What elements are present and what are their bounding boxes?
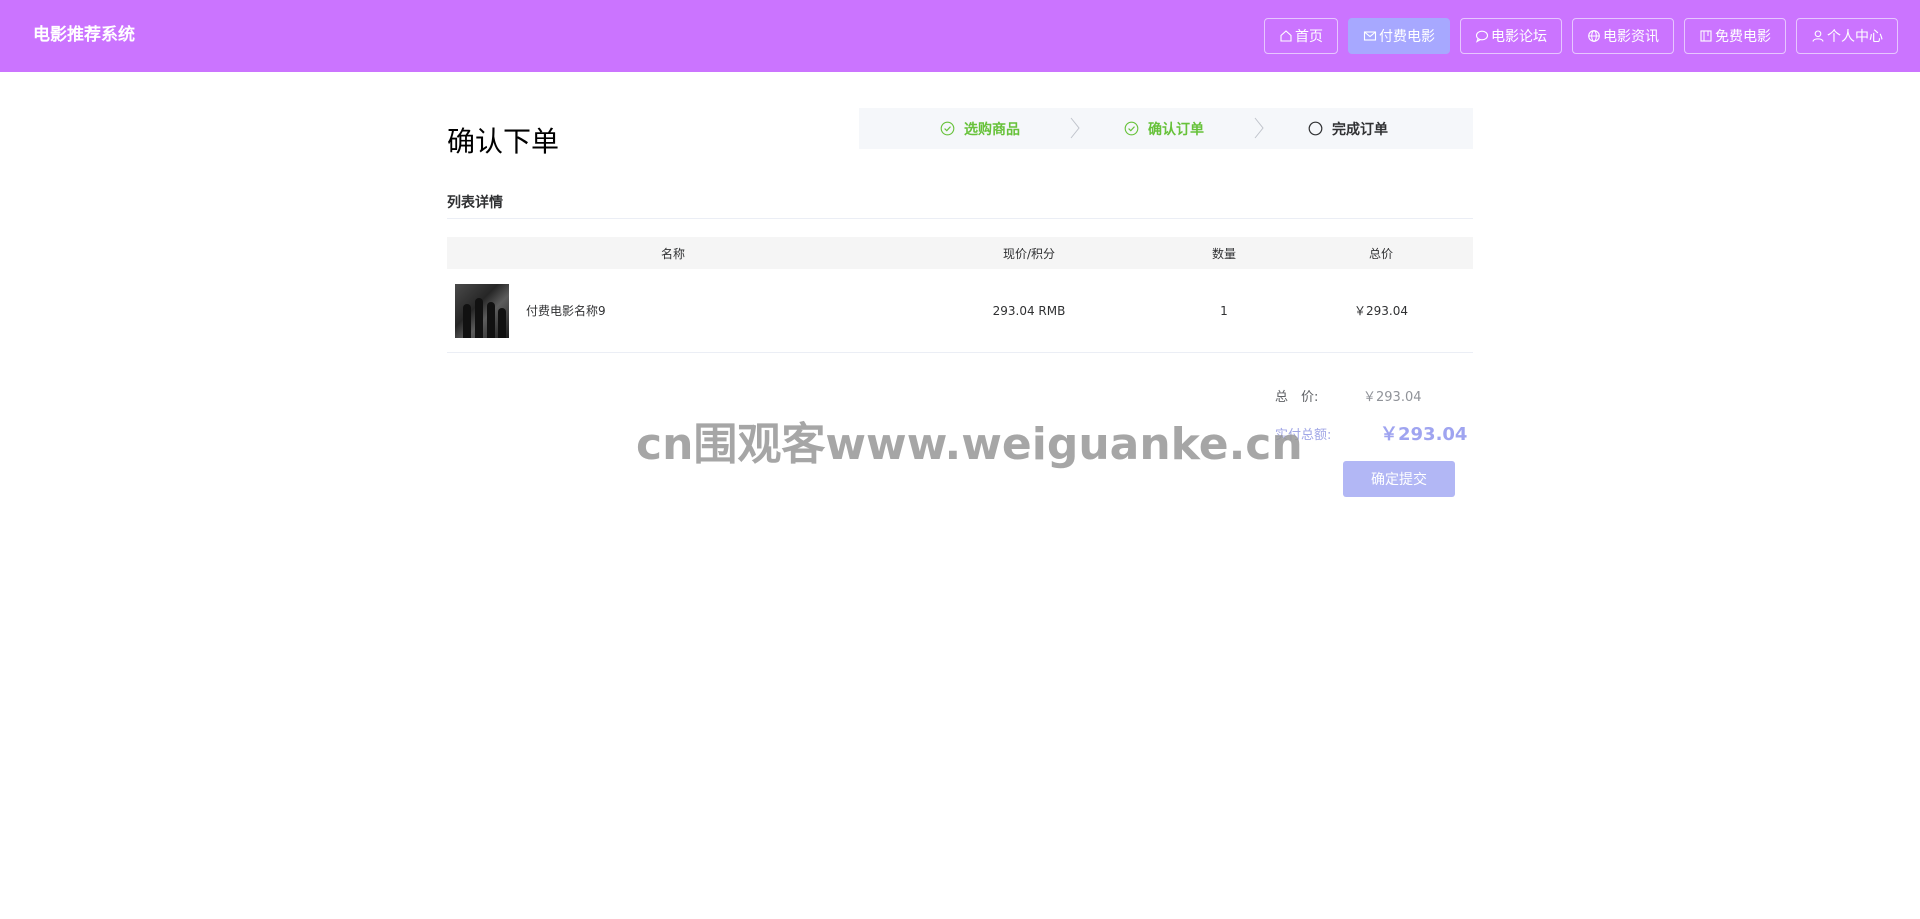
total-price-value: ￥293.04 bbox=[1363, 390, 1422, 405]
pay-amount-value: ￥293.04 bbox=[1380, 424, 1468, 445]
cell-name: 付费电影名称9 bbox=[447, 283, 899, 338]
order-table: 名称 现价/积分 数量 总价 付费电影名称9 293.04 RMB 1 ￥293… bbox=[447, 237, 1473, 353]
nav-home[interactable]: 首页 bbox=[1264, 18, 1338, 54]
step-arrow-icon bbox=[1070, 117, 1080, 139]
step-confirm-order: 确认订单 bbox=[1124, 108, 1204, 149]
check-circle-icon bbox=[1124, 121, 1139, 136]
nav-free-movies[interactable]: 免费电影 bbox=[1684, 18, 1786, 54]
step-confirm-order-label: 确认订单 bbox=[1148, 121, 1204, 138]
nav-profile-label: 个人中心 bbox=[1827, 29, 1883, 45]
tag-icon bbox=[1699, 29, 1713, 43]
site-brand[interactable]: 电影推荐系统 bbox=[33, 22, 135, 48]
nav-paid-movies[interactable]: 付费电影 bbox=[1348, 18, 1450, 54]
movie-thumbnail[interactable] bbox=[455, 283, 509, 338]
chat-icon bbox=[1475, 29, 1489, 43]
nav-profile[interactable]: 个人中心 bbox=[1796, 18, 1898, 54]
nav-home-label: 首页 bbox=[1295, 29, 1323, 45]
globe-icon bbox=[1587, 29, 1601, 43]
step-complete-order: 完成订单 bbox=[1308, 108, 1388, 149]
nav-news-label: 电影资讯 bbox=[1603, 29, 1659, 45]
section-divider bbox=[447, 218, 1473, 219]
table-row: 付费电影名称9 293.04 RMB 1 ￥293.04 bbox=[447, 269, 1473, 353]
header-price: 现价/积分 bbox=[1002, 246, 1056, 261]
step-select-goods: 选购商品 bbox=[940, 108, 1020, 149]
cell-price: 293.04 RMB bbox=[992, 303, 1066, 318]
order-steps: 选购商品 确认订单 完成订单 bbox=[859, 108, 1473, 149]
circle-icon bbox=[1308, 121, 1323, 136]
header-qty: 数量 bbox=[1211, 246, 1236, 261]
cell-qty: 1 bbox=[1220, 303, 1228, 318]
nav-news[interactable]: 电影资讯 bbox=[1572, 18, 1674, 54]
step-select-goods-label: 选购商品 bbox=[964, 121, 1020, 138]
top-nav-bar: 电影推荐系统 首页 付费电影 电影论坛 电影资讯 免费电影 个人中心 bbox=[0, 0, 1920, 72]
table-header: 名称 现价/积分 数量 总价 bbox=[447, 237, 1473, 269]
submit-order-button[interactable]: 确定提交 bbox=[1343, 461, 1455, 497]
header-total: 总价 bbox=[1368, 246, 1393, 261]
total-price-label: 总 价: bbox=[1275, 390, 1319, 405]
nav-forum[interactable]: 电影论坛 bbox=[1460, 18, 1562, 54]
watermark-text: cn围观客www.weiguanke.cn bbox=[636, 419, 1303, 470]
nav-forum-label: 电影论坛 bbox=[1491, 29, 1547, 45]
home-icon bbox=[1279, 29, 1293, 43]
mail-icon bbox=[1363, 29, 1377, 43]
section-title: 列表详情 bbox=[447, 195, 503, 211]
nav-free-movies-label: 免费电影 bbox=[1715, 29, 1771, 45]
check-circle-icon bbox=[940, 121, 955, 136]
user-icon bbox=[1811, 29, 1825, 43]
header-name: 名称 bbox=[660, 246, 685, 261]
page-title: 确认下单 bbox=[447, 125, 560, 158]
step-complete-order-label: 完成订单 bbox=[1332, 121, 1388, 138]
step-arrow-icon bbox=[1254, 117, 1264, 139]
movie-name: 付费电影名称9 bbox=[526, 304, 606, 318]
main-nav: 首页 付费电影 电影论坛 电影资讯 免费电影 个人中心 bbox=[1264, 18, 1898, 54]
nav-paid-movies-label: 付费电影 bbox=[1379, 29, 1435, 45]
cell-total: ￥293.04 bbox=[1354, 304, 1408, 318]
